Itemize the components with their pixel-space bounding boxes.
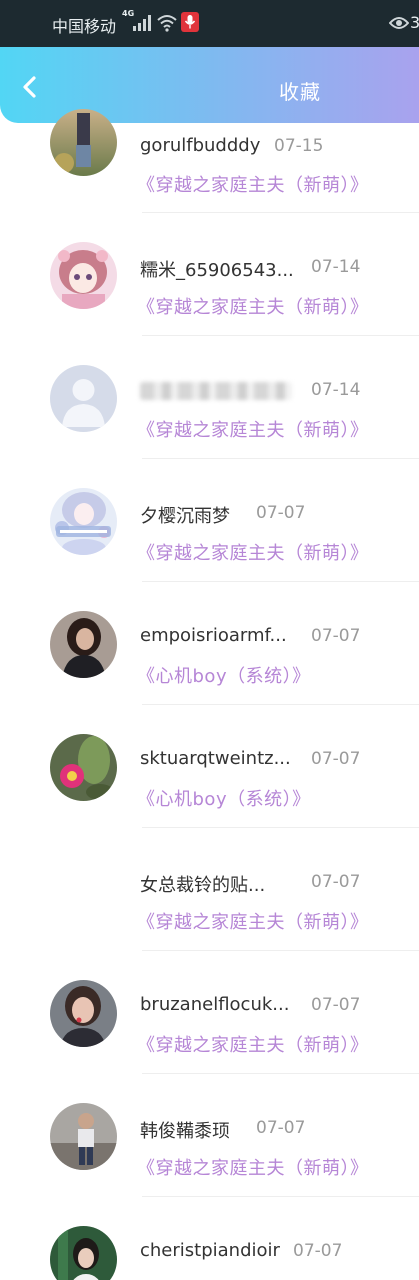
eye-icon — [389, 17, 409, 29]
username: 夕樱沉雨梦 — [140, 506, 230, 527]
username: 糯米_65906543... — [140, 260, 294, 281]
page-title: 收藏 — [279, 80, 321, 104]
list-item[interactable]: gorulfbudddy 07-15 《穿越之家庭主夫（新萌）》 — [0, 109, 419, 213]
book-title[interactable]: 《穿越之家庭主夫（新萌）》 — [137, 1154, 369, 1180]
avatar — [50, 980, 117, 1047]
date: 07-07 — [311, 749, 361, 769]
blurred-username — [140, 382, 292, 400]
book-title[interactable]: 《穿越之家庭主夫（新萌）》 — [137, 539, 369, 565]
wifi-icon — [157, 15, 177, 32]
username: 韩俊鞴黍顼 — [140, 1121, 230, 1142]
book-title[interactable]: 《穿越之家庭主夫（新萌）》 — [137, 908, 369, 934]
list-item[interactable]: 韩俊鞴黍顼 07-07 《穿越之家庭主夫（新萌）》 — [0, 1074, 419, 1197]
microphone-icon — [181, 12, 199, 32]
date: 07-14 — [311, 257, 361, 277]
avatar — [50, 488, 117, 555]
username: sktuarqtweintz... — [140, 748, 291, 769]
favorites-list: gorulfbudddy 07-15 《穿越之家庭主夫（新萌）》 糯米_6590… — [0, 109, 419, 1280]
book-title[interactable]: 《穿越之家庭主夫（新萌）》 — [137, 293, 369, 319]
list-item[interactable]: 夕樱沉雨梦 07-07 《穿越之家庭主夫（新萌）》 — [0, 459, 419, 582]
date: 07-07 — [256, 503, 306, 523]
list-item[interactable]: 07-14 《穿越之家庭主夫（新萌）》 — [0, 336, 419, 459]
date: 07-07 — [311, 626, 361, 646]
list-item[interactable]: 女总裁铃的贴... 07-07 《穿越之家庭主夫（新萌）》 — [0, 828, 419, 951]
avatar — [50, 734, 117, 801]
avatar — [50, 1103, 117, 1170]
avatar — [50, 109, 117, 176]
username: empoisrioarmf... — [140, 625, 287, 646]
avatar — [50, 1226, 117, 1280]
list-item[interactable]: empoisrioarmf... 07-07 《心机boy（系统）》 — [0, 582, 419, 705]
carrier-label: 中国移动 — [52, 17, 117, 36]
book-title[interactable]: 《穿越之家庭主夫（新萌）》 — [137, 416, 369, 442]
date: 07-07 — [311, 872, 361, 892]
signal-icon — [133, 15, 151, 31]
battery-indicator: 3 — [410, 13, 419, 32]
avatar — [50, 242, 117, 309]
book-title[interactable]: 《心机boy（系统）》 — [137, 785, 311, 811]
date: 07-07 — [311, 995, 361, 1015]
date: 07-07 — [256, 1118, 306, 1138]
username: cheristpiandioir — [140, 1240, 280, 1261]
list-item[interactable]: sktuarqtweintz... 07-07 《心机boy（系统）》 — [0, 705, 419, 828]
date: 07-15 — [274, 136, 324, 156]
list-item[interactable]: bruzanelflocuk... 07-07 《穿越之家庭主夫（新萌）》 — [0, 951, 419, 1074]
username: bruzanelflocuk... — [140, 994, 290, 1015]
list-item[interactable]: cheristpiandioir 07-07 — [0, 1197, 419, 1280]
list-item[interactable]: 糯米_65906543... 07-14 《穿越之家庭主夫（新萌）》 — [0, 213, 419, 336]
default-avatar-icon — [50, 365, 117, 432]
username: 女总裁铃的贴... — [140, 875, 266, 896]
book-title[interactable]: 《心机boy（系统）》 — [137, 662, 311, 688]
avatar — [50, 611, 117, 678]
book-title[interactable]: 《穿越之家庭主夫（新萌）》 — [137, 1031, 369, 1057]
username: gorulfbudddy — [140, 135, 261, 156]
header-bar: 中国移动 4G 3 收藏 — [0, 0, 419, 123]
date: 07-14 — [311, 380, 361, 400]
book-title[interactable]: 《穿越之家庭主夫（新萌）》 — [137, 171, 369, 197]
status-bar: 中国移动 4G 3 — [0, 0, 419, 47]
date: 07-07 — [293, 1241, 343, 1261]
